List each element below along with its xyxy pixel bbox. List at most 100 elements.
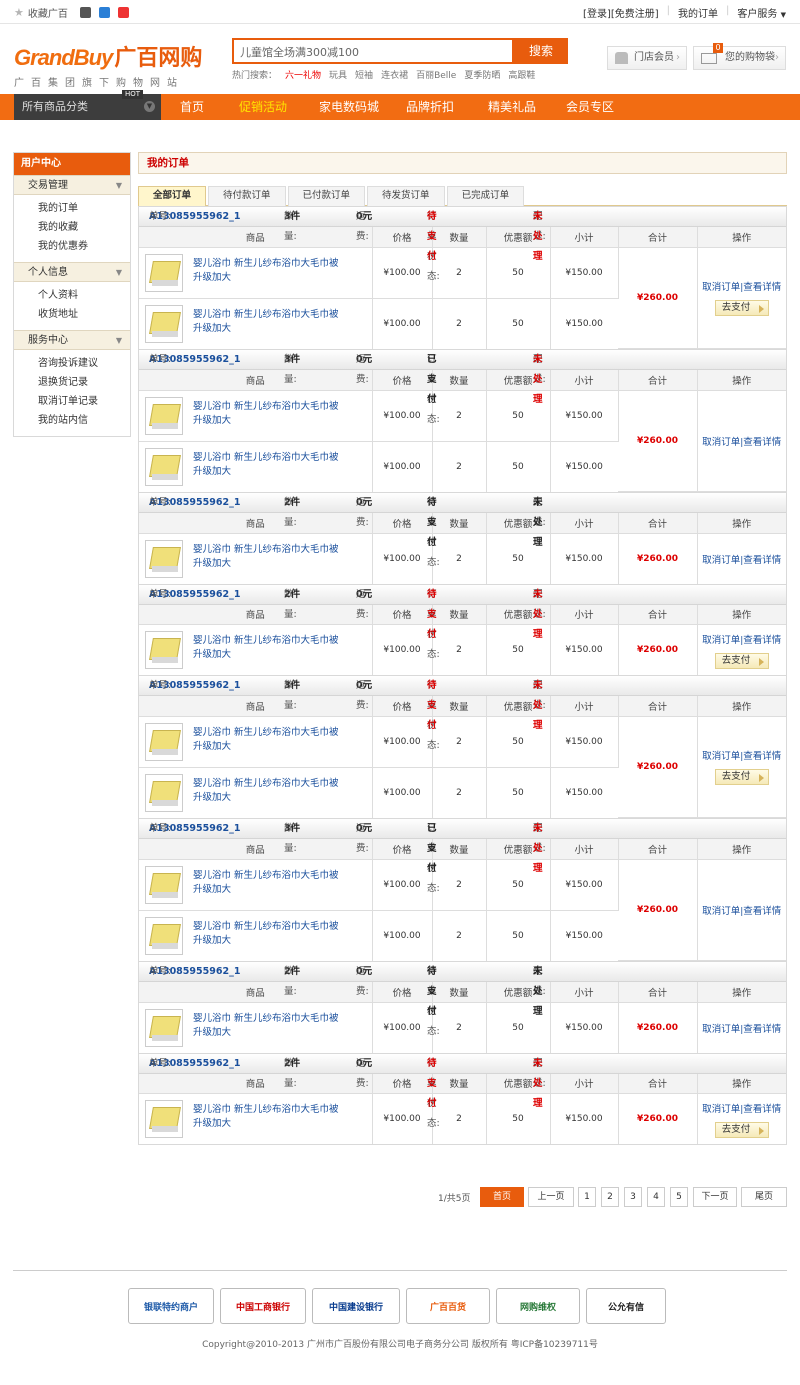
sidebar-item-returns[interactable]: 退换货记录	[38, 377, 88, 388]
cancel-order-link[interactable]: 取消订单	[702, 282, 740, 293]
hot-search-item[interactable]: 六一礼物	[285, 68, 321, 81]
sidebar-section-personal[interactable]: 个人信息 ▼	[14, 262, 130, 282]
grandbuy-badge[interactable]: 广百百货	[406, 1288, 490, 1324]
product-thumbnail[interactable]	[145, 1008, 183, 1047]
cancel-order-link[interactable]: 取消订单	[702, 1024, 740, 1035]
product-thumbnail[interactable]	[145, 304, 183, 343]
product-thumbnail[interactable]	[145, 396, 183, 435]
search-button[interactable]: 搜索	[514, 38, 568, 64]
qrcode-icon[interactable]	[79, 7, 91, 18]
product-thumbnail[interactable]	[145, 916, 183, 955]
view-details-link[interactable]: 查看详情	[743, 282, 781, 293]
page-number-button[interactable]: 3	[624, 1187, 642, 1207]
pay-button[interactable]: 去支付	[714, 300, 769, 317]
nav-item-gifts[interactable]: 精美礼品	[465, 94, 559, 120]
sidebar-item-my-orders[interactable]: 我的订单	[38, 203, 78, 214]
product-thumbnail[interactable]	[145, 1100, 183, 1138]
cancel-order-link[interactable]: 取消订单	[702, 906, 740, 917]
product-name-link[interactable]: 婴儿浴巾 新生儿纱布浴巾大毛巾被升级加大	[193, 543, 343, 571]
product-name-link[interactable]: 婴儿浴巾 新生儿纱布浴巾大毛巾被升级加大	[193, 1012, 343, 1040]
product-thumbnail[interactable]	[145, 631, 183, 669]
mobile-icon[interactable]	[98, 7, 110, 18]
tab-paid[interactable]: 已付款订单	[287, 186, 366, 206]
hot-search-item[interactable]: 百丽Belle	[416, 68, 456, 81]
sidebar-section-trade[interactable]: 交易管理 ▼	[14, 175, 130, 195]
product-name-link[interactable]: 婴儿浴巾 新生儿纱布浴巾大毛巾被升级加大	[193, 451, 343, 479]
page-number-button[interactable]: 1	[578, 1187, 596, 1207]
view-details-link[interactable]: 查看详情	[743, 635, 781, 646]
customer-service-menu[interactable]: 客户服务 ▼	[737, 5, 786, 20]
cancel-order-link[interactable]: 取消订单	[702, 555, 740, 566]
product-name-link[interactable]: 婴儿浴巾 新生儿纱布浴巾大毛巾被升级加大	[193, 400, 343, 428]
product-name-link[interactable]: 婴儿浴巾 新生儿纱布浴巾大毛巾被升级加大	[193, 869, 343, 897]
hot-search-item[interactable]: 夏季防晒	[464, 68, 500, 81]
product-name-link[interactable]: 婴儿浴巾 新生儿纱布浴巾大毛巾被升级加大	[193, 257, 343, 285]
icbc-badge[interactable]: 中国工商银行	[220, 1288, 306, 1324]
nav-item-appliances[interactable]: 家电数码城	[303, 94, 395, 120]
sidebar-item-address[interactable]: 收货地址	[38, 309, 78, 320]
nav-item-promotions[interactable]: 促销活动	[223, 94, 303, 120]
sidebar-item-profile[interactable]: 个人资料	[38, 290, 78, 301]
tab-pending-shipment[interactable]: 待发货订单	[367, 186, 445, 206]
product-name-link[interactable]: 婴儿浴巾 新生儿纱布浴巾大毛巾被升级加大	[193, 634, 343, 662]
site-logo[interactable]: GrandBuy广百网购 广百集团旗下购物网站	[14, 40, 202, 89]
product-name-link[interactable]: 婴儿浴巾 新生儿纱布浴巾大毛巾被升级加大	[193, 308, 343, 336]
nav-item-members[interactable]: 会员专区	[559, 94, 621, 120]
page-last-button[interactable]: 尾页	[741, 1187, 787, 1207]
cancel-order-link[interactable]: 取消订单	[702, 1104, 740, 1115]
view-details-link[interactable]: 查看详情	[743, 1024, 781, 1035]
pay-button[interactable]: 去支付	[714, 769, 769, 786]
page-number-button[interactable]: 5	[670, 1187, 688, 1207]
sidebar-item-cancel-records[interactable]: 取消订单记录	[38, 396, 98, 407]
view-details-link[interactable]: 查看详情	[743, 555, 781, 566]
favorite-link[interactable]: ★ 收藏广百	[14, 5, 68, 20]
hot-search-item[interactable]: 玩具	[329, 68, 347, 81]
store-member-button[interactable]: 门店会员 ›	[607, 46, 687, 70]
ccb-badge[interactable]: 中国建设银行	[312, 1288, 400, 1324]
page-prev-button[interactable]: 上一页	[528, 1187, 574, 1207]
my-orders-link[interactable]: 我的订单	[678, 5, 718, 20]
sidebar-item-feedback[interactable]: 咨询投诉建议	[38, 358, 98, 369]
consumer-rights-badge[interactable]: 网购维权	[496, 1288, 580, 1324]
page-first-button[interactable]: 首页	[480, 1187, 524, 1207]
hot-search-item[interactable]: 连衣裙	[381, 68, 408, 81]
unionpay-badge[interactable]: 银联特约商户	[128, 1288, 214, 1324]
cancel-order-link[interactable]: 取消订单	[702, 437, 740, 448]
hot-search-item[interactable]: 高跟鞋	[508, 68, 535, 81]
tab-all-orders[interactable]: 全部订单	[138, 186, 207, 206]
cancel-order-link[interactable]: 取消订单	[702, 751, 740, 762]
sidebar-item-favorites[interactable]: 我的收藏	[38, 222, 78, 233]
tab-completed[interactable]: 已完成订单	[446, 186, 525, 206]
credit-badge[interactable]: 公允有信	[586, 1288, 666, 1324]
product-thumbnail[interactable]	[145, 865, 183, 904]
product-thumbnail[interactable]	[145, 773, 183, 812]
weibo-icon[interactable]	[117, 7, 129, 18]
product-thumbnail[interactable]	[145, 253, 183, 292]
view-details-link[interactable]: 查看详情	[743, 1104, 781, 1115]
product-name-link[interactable]: 婴儿浴巾 新生儿纱布浴巾大毛巾被升级加大	[193, 920, 343, 948]
page-number-button[interactable]: 4	[647, 1187, 665, 1207]
sidebar-section-service[interactable]: 服务中心 ▼	[14, 330, 130, 350]
sidebar-item-coupons[interactable]: 我的优惠券	[38, 241, 88, 252]
view-details-link[interactable]: 查看详情	[743, 751, 781, 762]
product-name-link[interactable]: 婴儿浴巾 新生儿纱布浴巾大毛巾被升级加大	[193, 726, 343, 754]
product-name-link[interactable]: 婴儿浴巾 新生儿纱布浴巾大毛巾被升级加大	[193, 1103, 343, 1131]
page-next-button[interactable]: 下一页	[693, 1187, 737, 1207]
cancel-order-link[interactable]: 取消订单	[702, 635, 740, 646]
pay-button[interactable]: 去支付	[714, 1121, 769, 1138]
pay-button[interactable]: 去支付	[714, 652, 769, 669]
nav-item-home[interactable]: 首页	[161, 94, 223, 120]
nav-item-brand-discount[interactable]: 品牌折扣	[395, 94, 465, 120]
hot-search-item[interactable]: 短袖	[355, 68, 373, 81]
product-name-link[interactable]: 婴儿浴巾 新生儿纱布浴巾大毛巾被升级加大	[193, 777, 343, 805]
product-thumbnail[interactable]	[145, 539, 183, 578]
view-details-link[interactable]: 查看详情	[743, 437, 781, 448]
view-details-link[interactable]: 查看详情	[743, 906, 781, 917]
register-link[interactable]: [免费注册]	[611, 9, 659, 20]
tab-pending-payment[interactable]: 待付款订单	[208, 186, 286, 206]
page-number-button[interactable]: 2	[601, 1187, 619, 1207]
cart-button[interactable]: 0 您的购物袋 ›	[693, 43, 786, 70]
sidebar-item-messages[interactable]: 我的站内信	[38, 415, 88, 426]
search-input[interactable]: 儿童馆全场满300减100	[232, 38, 514, 64]
product-thumbnail[interactable]	[145, 447, 183, 486]
